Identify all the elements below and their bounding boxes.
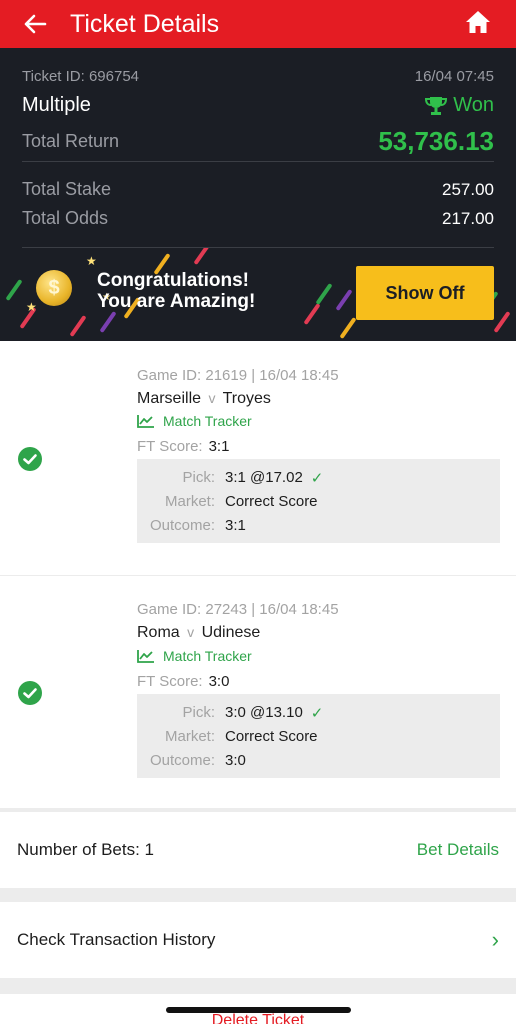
home-indicator bbox=[166, 1007, 351, 1013]
confetti-stripe bbox=[339, 317, 357, 339]
total-odds-label: Total Odds bbox=[22, 208, 109, 228]
chart-line-icon bbox=[137, 415, 154, 428]
sparkle-icon: ★ bbox=[86, 254, 97, 268]
outcome-label: Outcome: bbox=[149, 517, 215, 534]
ft-score-label: FT Score: bbox=[137, 438, 203, 455]
check-icon: ✓ bbox=[310, 470, 324, 487]
outcome-label: Outcome: bbox=[149, 752, 215, 769]
pick-value: 3:1 @17.02 bbox=[225, 469, 303, 486]
check-icon: ✓ bbox=[310, 705, 324, 722]
pick-details: Pick: 3:0 @13.10 ✓ Market: Correct Score… bbox=[137, 694, 500, 778]
total-odds-value: 217.00 bbox=[442, 208, 494, 228]
ft-score-value: 3:0 bbox=[208, 673, 230, 690]
ticket-summary: Ticket ID: 696754 16/04 07:45 Multiple W… bbox=[0, 48, 516, 248]
total-return-value: 53,736.13 bbox=[378, 126, 494, 156]
outcome-row: Outcome: 3:0 bbox=[137, 752, 500, 769]
app-header: Ticket Details bbox=[0, 0, 516, 48]
status-text: Won bbox=[453, 94, 494, 116]
confetti-stripe bbox=[493, 311, 511, 333]
home-icon bbox=[466, 11, 490, 33]
pick-label: Pick: bbox=[182, 704, 215, 721]
match-tracker-link[interactable]: Match Tracker bbox=[137, 648, 252, 664]
ticket-id: Ticket ID: 696754 bbox=[22, 68, 140, 85]
show-off-button[interactable]: Show Off bbox=[356, 266, 494, 320]
market-label: Market: bbox=[164, 728, 215, 745]
ft-score-label: FT Score: bbox=[137, 673, 203, 690]
bet-details-link[interactable]: Bet Details bbox=[417, 840, 499, 860]
congrats-banner: ★ ★ ★ $ Congratulations! You are Amazing… bbox=[0, 248, 516, 341]
ticket-details-screen: Ticket Details Ticket ID: 696754 16/04 0… bbox=[0, 0, 516, 1024]
ft-score-value: 3:1 bbox=[208, 438, 230, 455]
market-value: Correct Score bbox=[225, 728, 318, 745]
ticket-type: Multiple bbox=[22, 94, 91, 116]
bets-summary-row: Number of Bets: 1 Bet Details bbox=[0, 812, 516, 888]
chevron-right-icon: › bbox=[491, 927, 499, 952]
ticket-datetime: 16/04 07:45 bbox=[414, 68, 494, 85]
away-team: Udinese bbox=[201, 624, 261, 641]
match-tracker-label: Match Tracker bbox=[163, 413, 252, 429]
congrats-line-2: You are Amazing! bbox=[97, 291, 256, 312]
confetti-stripe bbox=[99, 311, 117, 333]
total-return-label: Total Return bbox=[22, 131, 120, 151]
market-row: Market: Correct Score bbox=[137, 728, 500, 745]
market-row: Market: Correct Score bbox=[137, 493, 500, 510]
match-tracker-link[interactable]: Match Tracker bbox=[137, 413, 252, 429]
congrats-text: Congratulations! You are Amazing! bbox=[97, 270, 255, 312]
number-of-bets: Number of Bets: 1 bbox=[17, 840, 155, 859]
ft-score: FT Score: 3:1 bbox=[137, 438, 229, 455]
market-value: Correct Score bbox=[225, 493, 318, 510]
home-button[interactable] bbox=[462, 6, 494, 38]
total-stake-label: Total Stake bbox=[22, 179, 112, 199]
sparkle-icon: ★ bbox=[26, 300, 37, 314]
away-team: Troyes bbox=[222, 390, 271, 407]
coin-icon: $ bbox=[36, 270, 72, 306]
confetti-stripe bbox=[193, 248, 211, 265]
match-tracker-label: Match Tracker bbox=[163, 648, 252, 664]
trophy-icon bbox=[425, 96, 448, 115]
confetti-stripe bbox=[69, 315, 87, 337]
status-badge: Won bbox=[425, 94, 494, 117]
home-team: Roma bbox=[137, 624, 180, 641]
versus-label: v bbox=[208, 390, 216, 406]
home-team: Marseille bbox=[137, 390, 202, 407]
confetti-stripe bbox=[5, 279, 23, 301]
pick-details: Pick: 3:1 @17.02 ✓ Market: Correct Score… bbox=[137, 459, 500, 543]
check-circle-icon bbox=[18, 681, 42, 705]
match-teams: Marseille v Troyes bbox=[137, 390, 271, 408]
game-meta: Game ID: 21619 | 16/04 18:45 bbox=[137, 367, 339, 384]
outcome-value: 3:0 bbox=[225, 752, 246, 769]
match-teams: Roma v Udinese bbox=[137, 624, 260, 642]
pick-row: Pick: 3:1 @17.02 ✓ bbox=[137, 469, 500, 487]
pick-label: Pick: bbox=[182, 469, 215, 486]
game-meta: Game ID: 27243 | 16/04 18:45 bbox=[137, 601, 339, 618]
confetti-stripe bbox=[335, 289, 353, 311]
summary-divider bbox=[22, 161, 494, 162]
transaction-history-label: Check Transaction History bbox=[17, 930, 216, 949]
ft-score: FT Score: 3:0 bbox=[137, 673, 229, 690]
transaction-history-row[interactable]: Check Transaction History › bbox=[0, 902, 516, 978]
outcome-value: 3:1 bbox=[225, 517, 246, 534]
back-button[interactable] bbox=[0, 0, 70, 48]
outcome-row: Outcome: 3:1 bbox=[137, 517, 500, 534]
game-card: Game ID: 27243 | 16/04 18:45 Roma v Udin… bbox=[0, 576, 516, 808]
page-title: Ticket Details bbox=[70, 9, 220, 38]
pick-value: 3:0 @13.10 bbox=[225, 704, 303, 721]
check-circle-icon bbox=[18, 447, 42, 471]
market-label: Market: bbox=[164, 493, 215, 510]
congrats-line-1: Congratulations! bbox=[97, 270, 249, 291]
chart-line-icon bbox=[137, 650, 154, 663]
arrow-left-icon bbox=[24, 14, 47, 34]
versus-label: v bbox=[187, 624, 195, 640]
confetti-stripe bbox=[303, 303, 321, 325]
confetti-stripe bbox=[315, 283, 333, 305]
game-card: Game ID: 21619 | 16/04 18:45 Marseille v… bbox=[0, 341, 516, 575]
total-stake-value: 257.00 bbox=[442, 179, 494, 199]
pick-row: Pick: 3:0 @13.10 ✓ bbox=[137, 704, 500, 722]
